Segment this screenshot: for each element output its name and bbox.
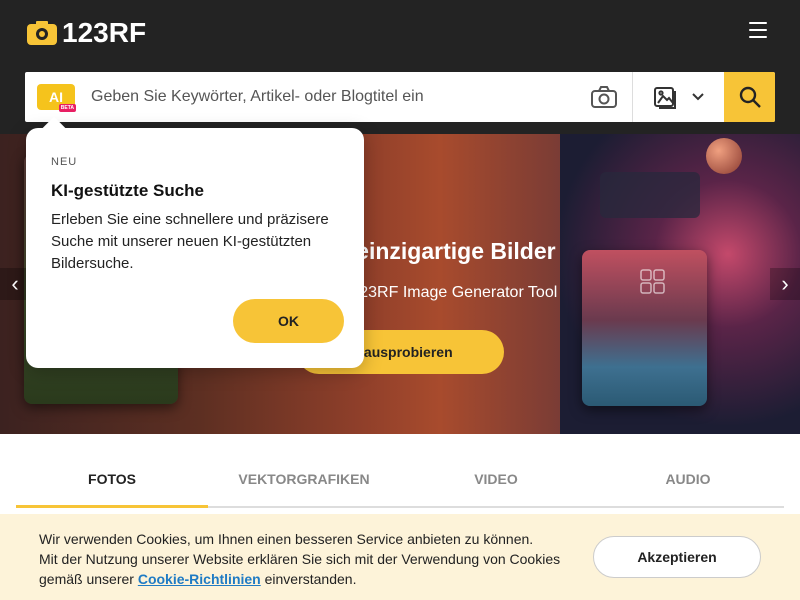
beta-badge: BETA xyxy=(58,104,76,112)
ai-search-popover: NEU KI-gestützte Suche Erleben Sie eine … xyxy=(26,128,364,368)
hamburger-icon[interactable] xyxy=(749,22,767,38)
site-header: 123RF AI BETA xyxy=(0,0,800,134)
camera-icon[interactable] xyxy=(575,72,633,122)
chevron-right-icon[interactable]: › xyxy=(770,268,800,300)
logo-text: 123RF xyxy=(62,17,147,48)
hero-title: e einzigartige Bilder xyxy=(337,238,556,264)
cookie-policy-link[interactable]: Cookie-Richtlinien xyxy=(138,571,261,587)
grid-icon xyxy=(640,269,665,294)
logo[interactable]: 123RF xyxy=(26,17,146,49)
new-tag: NEU xyxy=(51,156,78,168)
tab-fotos[interactable]: FOTOS xyxy=(16,456,208,508)
logo-camera-icon xyxy=(27,21,57,45)
ai-label: AI xyxy=(49,89,63,105)
cookie-line: Mit der Nutzung unserer Website erklären… xyxy=(39,551,561,567)
media-type-select[interactable] xyxy=(633,72,724,122)
popover-title: KI-gestützte Suche xyxy=(51,181,205,200)
popover-text: Erleben Sie eine schnellere und präziser… xyxy=(51,211,329,272)
hero-prompt-card xyxy=(600,172,700,218)
cookie-line: gemäß unserer Cookie-Richtlinien einvers… xyxy=(39,569,579,589)
ai-search-toggle[interactable]: AI BETA xyxy=(37,84,76,112)
hero-subtitle: n 123RF Image Generator Tool xyxy=(337,284,558,301)
cookie-line-pre: gemäß unserer xyxy=(39,571,134,587)
tab-vektorgrafiken[interactable]: VEKTORGRAFIKEN xyxy=(208,456,400,506)
search-icon xyxy=(739,86,761,108)
search-bar: AI BETA xyxy=(25,72,775,122)
cookie-line-post: einverstanden. xyxy=(264,571,357,587)
tab-audio[interactable]: AUDIO xyxy=(592,456,784,506)
chevron-down-icon xyxy=(691,93,704,101)
search-input[interactable] xyxy=(75,72,575,122)
cookie-line: Wir verwenden Cookies, um Ihnen einen be… xyxy=(39,531,534,547)
tab-video[interactable]: VIDEO xyxy=(400,456,592,506)
accept-cookies-button[interactable]: Akzeptieren xyxy=(593,536,761,578)
cookie-banner: Wir verwenden Cookies, um Ihnen einen be… xyxy=(0,514,800,600)
search-button[interactable] xyxy=(724,72,775,122)
image-icon xyxy=(653,87,676,109)
media-tabs: FOTOS VEKTORGRAFIKEN VIDEO AUDIO xyxy=(16,456,784,508)
planet-graphic xyxy=(706,138,742,174)
cookie-text: Wir verwenden Cookies, um Ihnen einen be… xyxy=(39,529,579,589)
ok-button[interactable]: OK xyxy=(233,299,344,343)
